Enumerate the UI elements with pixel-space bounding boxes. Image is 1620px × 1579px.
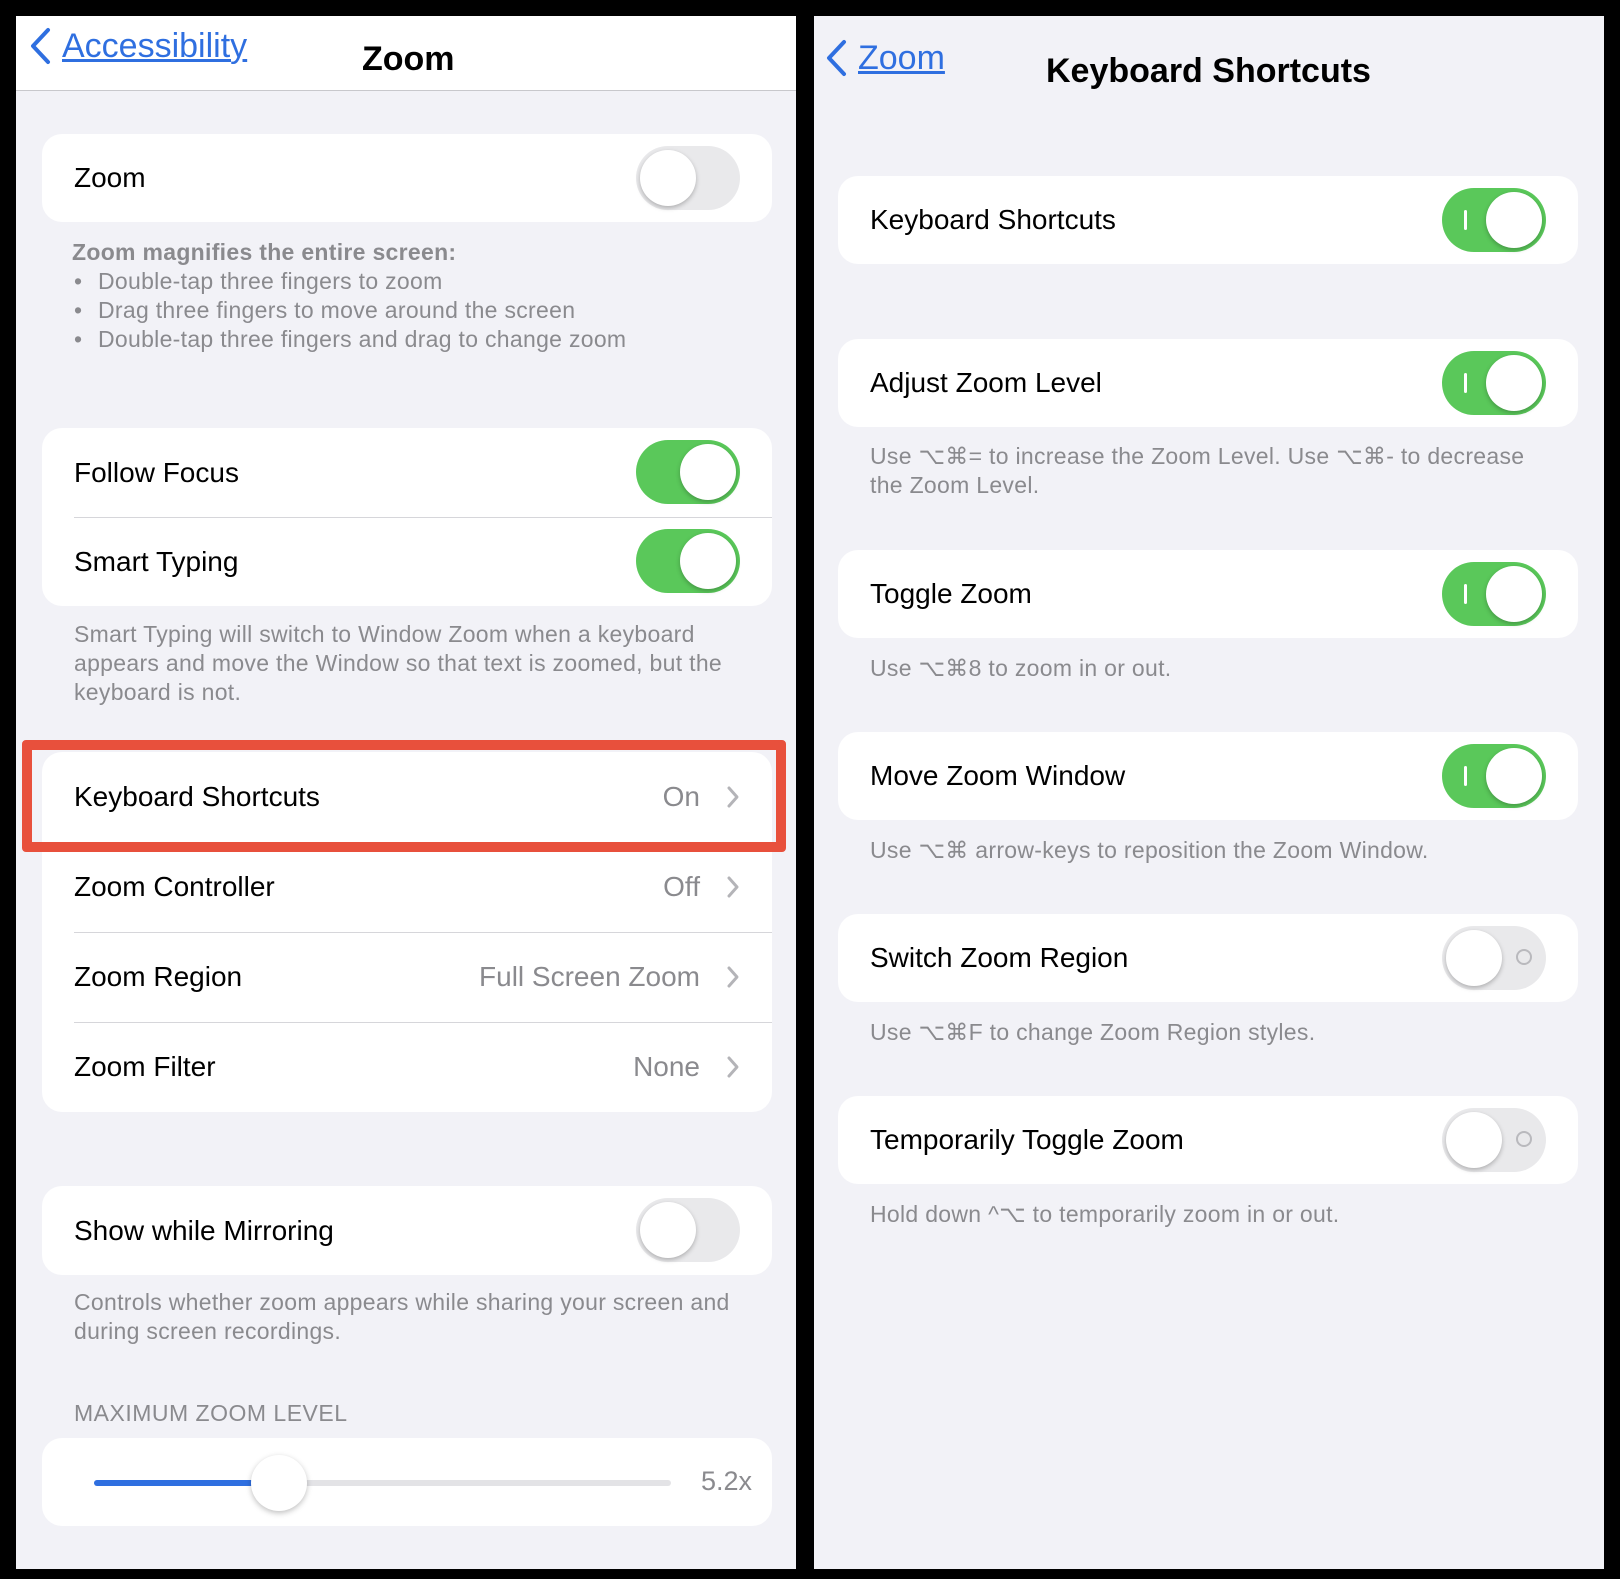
zoom-region-row[interactable]: Zoom Region Full Screen Zoom: [42, 932, 772, 1022]
chevron-left-icon: [28, 26, 52, 66]
mirroring-footer: Controls whether zoom appears while shar…: [74, 1289, 730, 1344]
switch-zoom-region-label: Switch Zoom Region: [870, 942, 1129, 973]
smart-typing-label: Smart Typing: [74, 545, 239, 577]
zoom-controller-value: Off: [663, 871, 700, 902]
toggle-zoom-toggle[interactable]: [1442, 562, 1546, 626]
zoom-filter-row[interactable]: Zoom Filter None: [42, 1022, 772, 1112]
zoom-settings-screen: Accessibility Zoom Zoom Zoom magnifies t…: [16, 16, 796, 1569]
chevron-left-icon: [824, 38, 848, 78]
adjust-zoom-level-row: Adjust Zoom Level: [838, 339, 1578, 427]
zoom-level-value: 5.2x: [700, 1466, 752, 1496]
smart-typing-row: Smart Typing: [42, 517, 772, 606]
follow-focus-row: Follow Focus: [42, 428, 772, 517]
adjust-zoom-level-toggle[interactable]: [1442, 351, 1546, 415]
page-title: Keyboard Shortcuts: [1046, 52, 1371, 90]
shortcut-group: Temporarily Toggle Zoom: [838, 1096, 1578, 1184]
mirroring-group: Show while Mirroring: [42, 1186, 772, 1275]
move-zoom-window-toggle[interactable]: [1442, 744, 1546, 808]
temporarily-toggle-zoom-footer: Hold down ^⌥ to temporarily zoom in or o…: [870, 1201, 1340, 1227]
zoom-info-bullet: Double-tap three fingers to zoom: [98, 268, 443, 294]
toggle-zoom-footer: Use ⌥⌘8 to zoom in or out.: [870, 655, 1172, 681]
temporarily-toggle-zoom-toggle[interactable]: [1442, 1108, 1546, 1172]
zoom-info: Zoom magnifies the entire screen: • Doubl…: [72, 238, 762, 354]
keyboard-shortcuts-toggle[interactable]: [1442, 188, 1546, 252]
shortcut-group: Switch Zoom Region: [838, 914, 1578, 1002]
max-zoom-group: 5.2x: [42, 1438, 772, 1526]
zoom-filter-label: Zoom Filter: [74, 1051, 216, 1082]
back-button-label: Accessibility: [62, 26, 248, 65]
mirroring-row: Show while Mirroring: [42, 1186, 772, 1275]
keyboard-shortcuts-label: Keyboard Shortcuts: [870, 204, 1116, 235]
back-button-label: Zoom: [858, 38, 945, 77]
zoom-info-heading: Zoom magnifies the entire screen:: [72, 239, 457, 265]
shortcut-group: Adjust Zoom Level: [838, 339, 1578, 427]
shortcut-group: Toggle Zoom: [838, 550, 1578, 638]
adjust-zoom-level-footer: Use ⌥⌘= to increase the Zoom Level. Use …: [870, 443, 1525, 498]
page-title: Zoom: [362, 40, 455, 78]
temporarily-toggle-zoom-label: Temporarily Toggle Zoom: [870, 1124, 1184, 1155]
zoom-region-label: Zoom Region: [74, 961, 243, 992]
keyboard-shortcuts-row: Keyboard Shortcuts: [838, 176, 1578, 264]
navigation-bar: Zoom Keyboard Shortcuts: [814, 16, 1604, 108]
switch-zoom-region-row: Switch Zoom Region: [838, 914, 1578, 1002]
zoom-label: Zoom: [74, 162, 146, 193]
zoom-level-slider[interactable]: [94, 1480, 671, 1486]
switch-zoom-region-footer: Use ⌥⌘F to change Zoom Region styles.: [870, 1019, 1316, 1045]
temporarily-toggle-zoom-row: Temporarily Toggle Zoom: [838, 1096, 1578, 1184]
focus-typing-group: Follow Focus Smart Typing: [42, 428, 772, 606]
zoom-filter-value: None: [633, 1051, 700, 1082]
highlight-box: [22, 740, 786, 852]
slider-thumb[interactable]: [250, 1455, 307, 1511]
zoom-row: Zoom: [42, 134, 772, 222]
follow-focus-toggle[interactable]: [636, 440, 740, 504]
max-zoom-header: MAXIMUM ZOOM LEVEL: [74, 1400, 348, 1426]
toggle-zoom-row: Toggle Zoom: [838, 550, 1578, 638]
switch-zoom-region-toggle[interactable]: [1442, 926, 1546, 990]
mirroring-label: Show while Mirroring: [74, 1214, 334, 1246]
navigation-bar: Accessibility Zoom: [16, 16, 796, 91]
move-zoom-window-label: Move Zoom Window: [870, 760, 1126, 791]
shortcut-group: Keyboard Shortcuts: [838, 176, 1578, 264]
adjust-zoom-level-label: Adjust Zoom Level: [870, 367, 1102, 398]
zoom-info-bullet: Double-tap three fingers and drag to cha…: [98, 326, 627, 352]
smart-typing-footer: Smart Typing will switch to Window Zoom …: [74, 621, 722, 705]
zoom-controller-label: Zoom Controller: [74, 871, 275, 902]
smart-typing-toggle[interactable]: [636, 529, 740, 593]
follow-focus-label: Follow Focus: [74, 456, 239, 488]
chevron-right-icon: [726, 1055, 740, 1084]
zoom-toggle[interactable]: [636, 146, 740, 210]
move-zoom-window-footer: Use ⌥⌘ arrow-keys to reposition the Zoom…: [870, 837, 1429, 863]
chevron-right-icon: [726, 875, 740, 904]
back-button[interactable]: Accessibility: [28, 26, 247, 66]
zoom-info-bullet: Drag three fingers to move around the sc…: [98, 297, 576, 323]
zoom-group: Zoom: [42, 134, 772, 222]
move-zoom-window-row: Move Zoom Window: [838, 732, 1578, 820]
mirroring-toggle[interactable]: [636, 1198, 740, 1262]
shortcut-group: Move Zoom Window: [838, 732, 1578, 820]
keyboard-shortcuts-screen: Zoom Keyboard Shortcuts Keyboard Shortcu…: [814, 16, 1604, 1569]
zoom-controller-row[interactable]: Zoom Controller Off: [42, 842, 772, 932]
back-button[interactable]: Zoom: [824, 38, 945, 78]
zoom-region-value: Full Screen Zoom: [479, 961, 700, 992]
toggle-zoom-label: Toggle Zoom: [870, 578, 1032, 609]
chevron-right-icon: [726, 965, 740, 994]
